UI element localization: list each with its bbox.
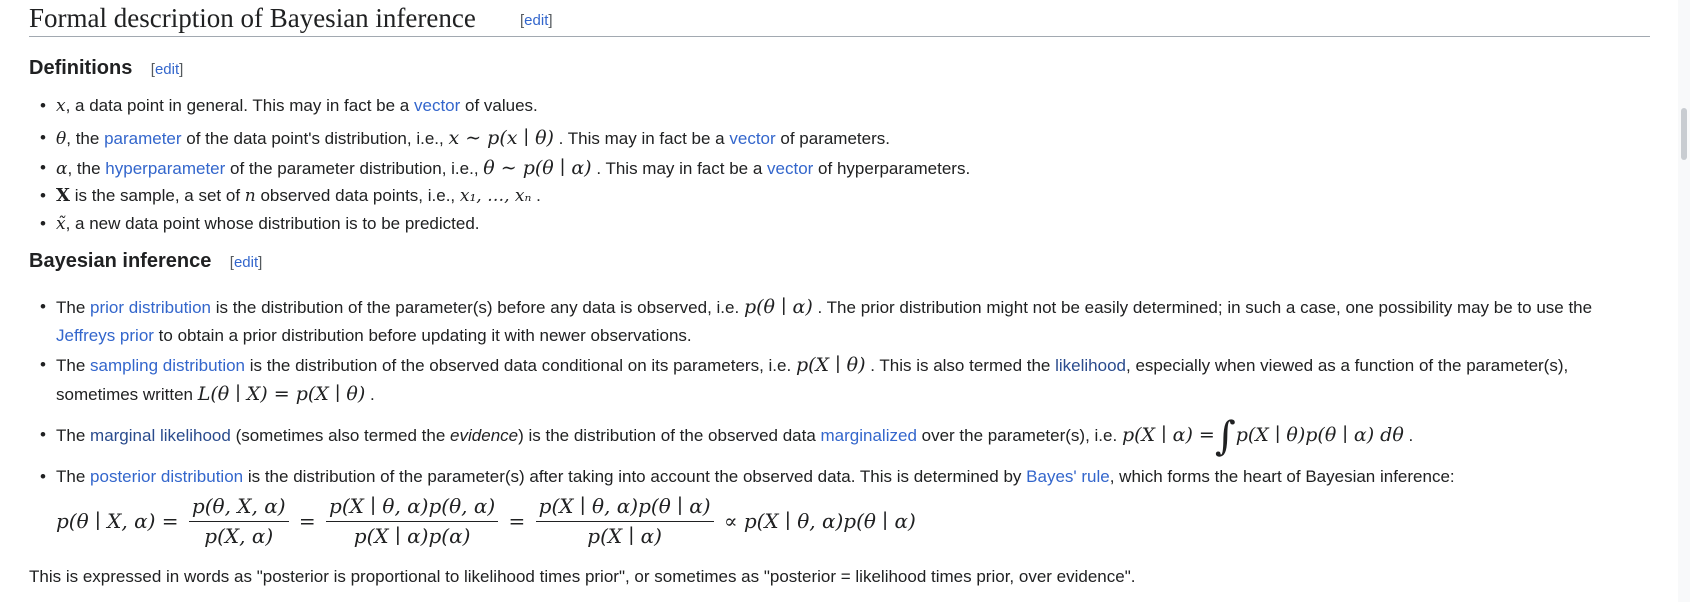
fraction-2-denominator: p(X ∣ α)p(α) [353,524,471,548]
link-posterior-distribution[interactable]: posterior distribution [90,467,243,486]
definition-item-theta: θ, the parameter of the data point's dis… [40,123,970,153]
math-marginal-lhs: p(X ∣ α) = [1121,424,1215,446]
math-x-dist: x ∼ p(x ∣ θ) [448,127,554,149]
math-x-tilde: x̃ [56,214,66,234]
math-alpha: α [56,159,68,179]
math-theta: θ [56,129,67,149]
fraction-3: p(X ∣ θ, α)p(θ ∣ α) p(X ∣ α) [535,495,714,548]
definitions-edit: [edit] [150,61,184,78]
link-parameter[interactable]: parameter [104,129,181,148]
section-heading: Formal description of Bayesian inference… [29,0,1650,37]
bayesian-edit: [edit] [229,254,263,271]
scrollbar-thumb[interactable] [1681,108,1687,160]
link-marginal-likelihood[interactable]: marginal likelihood [90,426,231,445]
integral-symbol: ∫ [1214,413,1236,460]
link-vector-3[interactable]: vector [767,159,813,178]
definition-item-new-point: x̃, a new data point whose distribution … [40,211,970,239]
math-x: x [56,96,66,116]
math-X: X [56,185,70,206]
definition-item-alpha: α, the hyperparameter of the parameter d… [40,153,970,183]
definitions-edit-link[interactable]: edit [155,61,179,78]
link-sampling-distribution[interactable]: sampling distribution [90,356,245,375]
math-n: n [244,186,256,206]
section-title: Formal description of Bayesian inference [29,3,476,33]
math-sampling: p(X ∣ θ) [795,354,866,376]
link-jeffreys-prior[interactable]: Jeffreys prior [56,326,154,345]
fraction-1-numerator: p(θ, X, α) [188,495,289,522]
definitions-heading: Definitions [edit] [29,57,183,80]
link-hyperparameter[interactable]: hyperparameter [105,159,225,178]
definition-item-x: x, a data point in general. This may in … [40,93,970,123]
link-vector-2[interactable]: vector [729,129,775,148]
bayesian-edit-link[interactable]: edit [234,254,258,271]
equation-rhs: ∝ p(X ∣ θ, α)p(θ ∣ α) [723,509,916,533]
link-marginalized[interactable]: marginalized [821,426,917,445]
fraction-3-denominator: p(X ∣ α) [587,524,662,548]
bayes-equation: p(θ ∣ X, α) = p(θ, X, α) p(X, α) = p(X ∣… [56,494,916,548]
link-prior-distribution[interactable]: prior distribution [90,298,211,317]
fraction-1: p(θ, X, α) p(X, α) [188,495,289,548]
fraction-3-numerator: p(X ∣ θ, α)p(θ ∣ α) [535,495,714,522]
definitions-title: Definitions [29,57,133,79]
link-vector[interactable]: vector [414,96,460,115]
definitions-list: x, a data point in general. This may in … [40,93,970,239]
link-bayes-rule[interactable]: Bayes' rule [1026,467,1110,486]
bayesian-title: Bayesian inference [29,250,212,272]
bayesian-heading: Bayesian inference [edit] [29,250,262,273]
fraction-2-numerator: p(X ∣ θ, α)p(θ, α) [326,495,499,522]
section-edit: [edit] [520,12,553,29]
math-marginal-rhs: p(X ∣ θ)p(θ ∣ α) dθ [1235,424,1404,446]
math-x1-xn: x₁, …, xₙ [459,186,532,206]
equation-lhs: p(θ ∣ X, α) = [56,509,179,533]
link-likelihood[interactable]: likelihood [1055,356,1126,375]
section-edit-link[interactable]: edit [524,12,548,29]
math-prior: p(θ ∣ α) [743,296,813,318]
math-theta-dist: θ ∼ p(θ ∣ α) [483,157,592,179]
summary-sentence: This is expressed in words as "posterior… [29,567,1136,586]
math-likelihood-fn: L(θ ∣ X) = p(X ∣ θ) [197,383,366,405]
scrollbar-track[interactable] [1678,0,1690,602]
evidence-emphasis: evidence [450,426,519,445]
fraction-1-denominator: p(X, α) [204,524,274,548]
definition-item-sample: X is the sample, a set of n observed dat… [40,181,970,211]
fraction-2: p(X ∣ θ, α)p(θ, α) p(X ∣ α)p(α) [326,495,499,548]
